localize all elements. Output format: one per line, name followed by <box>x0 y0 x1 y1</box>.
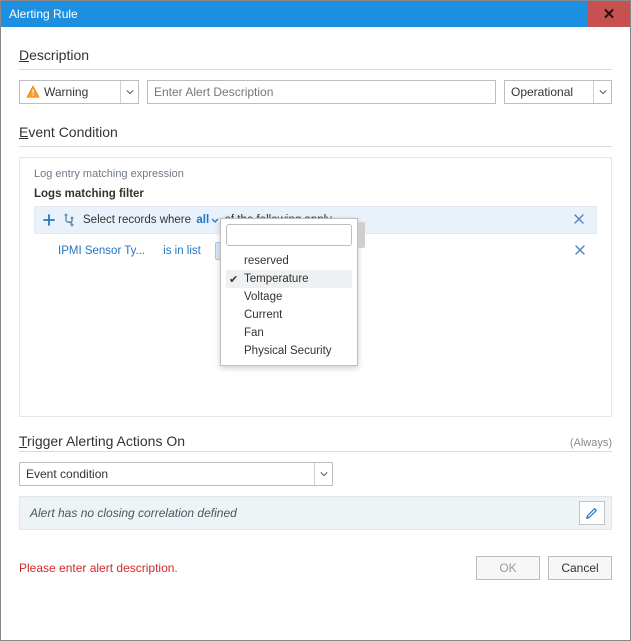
description-header: Description <box>19 47 612 63</box>
state-combo[interactable]: Operational <box>504 80 612 104</box>
validation-error: Please enter alert description. <box>19 561 178 575</box>
correlation-text: Alert has no closing correlation defined <box>30 506 237 520</box>
chevron-down-icon <box>593 81 611 103</box>
divider <box>19 69 612 70</box>
correlation-info: Alert has no closing correlation defined <box>19 496 612 530</box>
condition-field[interactable]: IPMI Sensor Ty... <box>54 243 149 259</box>
window-title: Alerting Rule <box>9 7 78 21</box>
divider <box>19 146 612 147</box>
chevron-down-icon <box>120 81 138 103</box>
check-icon: ✔ <box>229 273 238 286</box>
dropdown-scrollbar[interactable] <box>358 222 365 248</box>
dropdown-option[interactable]: Voltage <box>226 288 352 306</box>
filter-prefix: Select records where <box>83 214 191 226</box>
dropdown-filter-input[interactable] <box>226 224 352 246</box>
title-bar: Alerting Rule ✕ <box>1 1 630 27</box>
trigger-always-label: (Always) <box>570 437 612 449</box>
ec-subtitle-1: Log entry matching expression <box>34 168 597 180</box>
remove-filter-button[interactable] <box>574 213 588 227</box>
description-input[interactable] <box>147 80 496 104</box>
chevron-down-icon <box>211 218 219 223</box>
dropdown-option[interactable]: Physical Security <box>226 342 352 360</box>
dropdown-option[interactable]: Current <box>226 306 352 324</box>
condition-operator[interactable]: is in list <box>159 243 205 259</box>
level-combo[interactable]: Warning <box>19 80 139 104</box>
filter-mode-toggle[interactable]: all <box>196 214 219 226</box>
level-value: Warning <box>44 85 88 99</box>
trigger-combo[interactable]: Event condition <box>19 462 333 486</box>
branch-icon[interactable] <box>63 213 77 227</box>
remove-condition-button[interactable] <box>575 244 589 258</box>
trigger-header: Trigger Alerting Actions On <box>19 433 185 449</box>
chevron-down-icon <box>314 463 332 485</box>
add-filter-button[interactable] <box>41 212 57 228</box>
dropdown-option[interactable]: ✔ Temperature <box>226 270 352 288</box>
ec-subtitle-2: Logs matching filter <box>34 188 597 200</box>
close-icon: ✕ <box>603 7 616 22</box>
close-button[interactable]: ✕ <box>588 1 630 27</box>
event-condition-header: Event Condition <box>19 124 612 140</box>
state-value: Operational <box>511 85 573 99</box>
edit-correlation-button[interactable] <box>579 501 605 525</box>
warning-icon <box>26 85 40 99</box>
dropdown-option[interactable]: Fan <box>226 324 352 342</box>
divider <box>19 451 612 452</box>
trigger-value: Event condition <box>26 467 108 481</box>
pencil-icon <box>585 506 599 520</box>
dropdown-option[interactable]: reserved <box>226 252 352 270</box>
value-dropdown: reserved ✔ Temperature Voltage Current F… <box>220 218 358 366</box>
ok-button[interactable]: OK <box>476 556 540 580</box>
event-condition-box: Log entry matching expression Logs match… <box>19 157 612 417</box>
cancel-button[interactable]: Cancel <box>548 556 612 580</box>
